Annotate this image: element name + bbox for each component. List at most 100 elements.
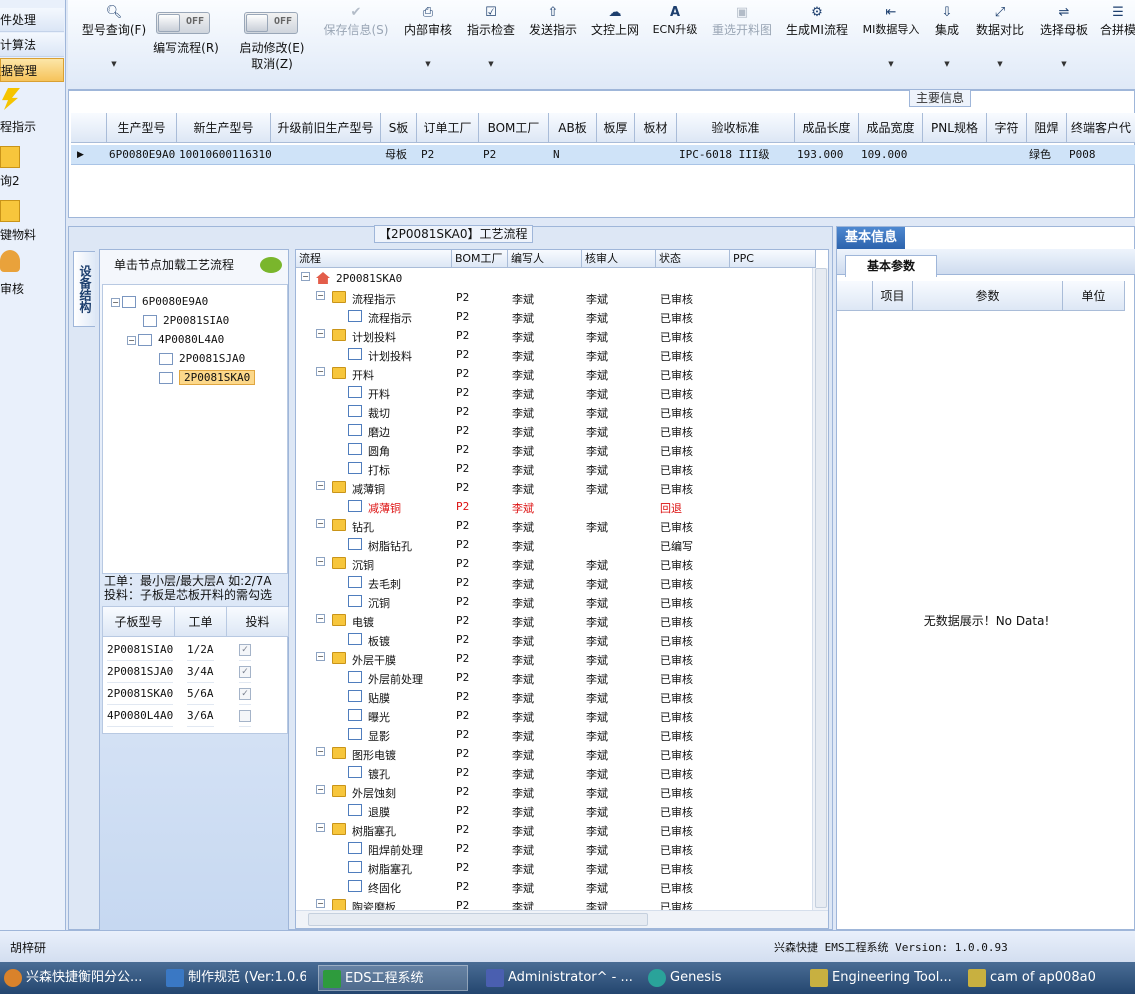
save-info-button[interactable]: ✔ 保存信息(S): [320, 4, 392, 38]
collapse-icon[interactable]: −: [316, 291, 325, 300]
flow-step[interactable]: 圆角 P2 李斌 李斌 已审核: [296, 441, 816, 460]
collapse-icon[interactable]: −: [316, 652, 325, 661]
tab-basic-info[interactable]: 基本信息: [837, 227, 905, 249]
column-header[interactable]: 参数: [913, 281, 1063, 311]
column-header[interactable]: PNL规格: [923, 113, 987, 143]
chevron-down-icon[interactable]: ▼: [997, 60, 1002, 68]
tree-node[interactable]: 2P0081SIA0: [143, 314, 229, 327]
chat-bubble-icon[interactable]: [260, 257, 282, 273]
collapse-icon[interactable]: −: [316, 823, 325, 832]
column-header[interactable]: S板: [381, 113, 417, 143]
column-header[interactable]: 验收标准: [677, 113, 795, 143]
chevron-down-icon[interactable]: ▼: [425, 60, 430, 68]
flow-step[interactable]: 树脂塞孔 P2 李斌 李斌 已审核: [296, 859, 816, 878]
flow-step[interactable]: 镀孔 P2 李斌 李斌 已审核: [296, 764, 816, 783]
reselect-cut-image-button[interactable]: ▣ 重选开料图: [708, 4, 776, 38]
taskbar-item-active[interactable]: EDS工程系统: [318, 965, 468, 991]
flow-step-group[interactable]: − 开料 P2 李斌 李斌 已审核: [296, 365, 816, 384]
flow-step[interactable]: 磨边 P2 李斌 李斌 已审核: [296, 422, 816, 441]
column-header[interactable]: 订单工厂: [417, 113, 479, 143]
flow-step[interactable]: 沉铜 P2 李斌 李斌 已审核: [296, 593, 816, 612]
flow-step[interactable]: 贴膜 P2 李斌 李斌 已审核: [296, 688, 816, 707]
collapse-icon[interactable]: −: [111, 298, 120, 307]
model-query-button[interactable]: 🔍︎ 型号查询(F) ▼: [76, 4, 152, 68]
flow-step-group[interactable]: − 树脂塞孔 P2 李斌 李斌 已审核: [296, 821, 816, 840]
flow-step[interactable]: 板镀 P2 李斌 李斌 已审核: [296, 631, 816, 650]
internal-review-button[interactable]: ⎙ 内部审核 ▼: [400, 4, 456, 68]
scroll-thumb[interactable]: [815, 268, 827, 908]
write-flow-toggle[interactable]: OFF: [156, 12, 210, 34]
flow-step[interactable]: 流程指示 P2 李斌 李斌 已审核: [296, 308, 816, 327]
nav-item-review[interactable]: 单审核: [0, 280, 64, 297]
collapse-icon[interactable]: −: [301, 272, 310, 281]
chevron-down-icon[interactable]: ▼: [111, 60, 116, 68]
column-header[interactable]: 升级前旧生产型号: [271, 113, 381, 143]
vertical-scrollbar[interactable]: [812, 268, 828, 910]
column-header[interactable]: 核审人: [582, 250, 656, 268]
flow-step-group[interactable]: − 外层蚀刻 P2 李斌 李斌 已审核: [296, 783, 816, 802]
start-edit-toggle[interactable]: OFF: [244, 12, 298, 34]
flow-step[interactable]: 树脂钻孔 P2 李斌 已编写: [296, 536, 816, 555]
checkbox[interactable]: ✓: [239, 688, 251, 700]
collapse-icon[interactable]: −: [127, 336, 136, 345]
column-header[interactable]: 成品宽度: [859, 113, 923, 143]
flow-step[interactable]: 去毛刺 P2 李斌 李斌 已审核: [296, 574, 816, 593]
tree-node[interactable]: −4P0080L4A0: [127, 333, 224, 346]
data-compare-button[interactable]: ⤢ 数据对比 ▼: [972, 4, 1028, 68]
integrate-button[interactable]: ⇩ 集成 ▼: [930, 4, 964, 68]
nav-item-query2[interactable]: 查询2: [0, 172, 64, 189]
horizontal-scrollbar[interactable]: [296, 910, 828, 928]
flow-step[interactable]: 显影 P2 李斌 李斌 已审核: [296, 726, 816, 745]
chevron-down-icon[interactable]: ▼: [944, 60, 949, 68]
nav-group-design[interactable]: 设计算法: [0, 33, 64, 57]
folder-icon[interactable]: [0, 200, 20, 222]
flow-step[interactable]: 终固化 P2 李斌 李斌 已审核: [296, 878, 816, 897]
nav-item-flow[interactable]: 流程指示: [0, 118, 64, 135]
lightning-icon[interactable]: [2, 88, 20, 110]
collapse-icon[interactable]: −: [316, 899, 325, 908]
flow-step[interactable]: 退膜 P2 李斌 李斌 已审核: [296, 802, 816, 821]
column-header[interactable]: AB板: [549, 113, 597, 143]
collapse-icon[interactable]: −: [316, 481, 325, 490]
tab-equipment-structure[interactable]: 设备结构: [73, 251, 95, 327]
checkbox[interactable]: ✓: [239, 666, 251, 678]
column-header[interactable]: 投料: [227, 607, 289, 637]
nav-group-data[interactable]: 数据管理: [0, 58, 64, 82]
flow-step[interactable]: 计划投料 P2 李斌 李斌 已审核: [296, 346, 816, 365]
flow-step[interactable]: 减薄铜 P2 李斌 回退: [296, 498, 816, 517]
send-instruction-button[interactable]: ⇧ 发送指示: [526, 4, 580, 38]
tree-node-selected[interactable]: 2P0081SKA0: [159, 370, 256, 385]
flow-step-group[interactable]: − 减薄铜 P2 李斌 李斌 已审核: [296, 479, 816, 498]
flow-step-group[interactable]: − 计划投料 P2 李斌 李斌 已审核: [296, 327, 816, 346]
taskbar-item[interactable]: Administrator^ - ...: [482, 965, 632, 991]
merge-board-button[interactable]: ☰ 合拼模: [1098, 4, 1135, 38]
column-header[interactable]: 状态: [656, 250, 730, 268]
column-header[interactable]: 工单: [175, 607, 227, 637]
flow-step[interactable]: 阻焊前处理 P2 李斌 李斌 已审核: [296, 840, 816, 859]
flow-step[interactable]: 打标 P2 李斌 李斌 已审核: [296, 460, 816, 479]
column-header[interactable]: 终端客户代: [1067, 113, 1135, 143]
collapse-icon[interactable]: −: [316, 519, 325, 528]
collapse-icon[interactable]: −: [316, 367, 325, 376]
collapse-icon[interactable]: −: [316, 557, 325, 566]
checkbox[interactable]: [239, 710, 251, 722]
chevron-down-icon[interactable]: ▼: [1061, 60, 1066, 68]
taskbar-item[interactable]: 兴森快捷衡阳分公...: [0, 965, 150, 991]
column-header[interactable]: BOM工厂: [452, 250, 508, 268]
column-header[interactable]: 新生产型号: [177, 113, 271, 143]
flow-step[interactable]: 裁切 P2 李斌 李斌 已审核: [296, 403, 816, 422]
ecn-upgrade-button[interactable]: A ECN升级: [650, 4, 700, 38]
taskbar-item[interactable]: cam of ap008a0: [964, 965, 1114, 991]
collapse-icon[interactable]: −: [316, 747, 325, 756]
flow-step-group[interactable]: − 电镀 P2 李斌 李斌 已审核: [296, 612, 816, 631]
select-motherboard-button[interactable]: ⇌ 选择母板 ▼: [1036, 4, 1092, 68]
flow-step-group[interactable]: − 图形电镀 P2 李斌 李斌 已审核: [296, 745, 816, 764]
flow-step[interactable]: 外层前处理 P2 李斌 李斌 已审核: [296, 669, 816, 688]
taskbar-item[interactable]: 制作规范 (Ver:1.0.6): [162, 965, 306, 991]
column-header[interactable]: BOM工厂: [479, 113, 549, 143]
flow-step-group[interactable]: − 流程指示 P2 李斌 李斌 已审核: [296, 289, 816, 308]
taskbar-item[interactable]: Engineering Tool...: [806, 965, 956, 991]
flow-step[interactable]: 开料 P2 李斌 李斌 已审核: [296, 384, 816, 403]
chevron-down-icon[interactable]: ▼: [488, 60, 493, 68]
column-header[interactable]: 流程: [296, 250, 452, 268]
